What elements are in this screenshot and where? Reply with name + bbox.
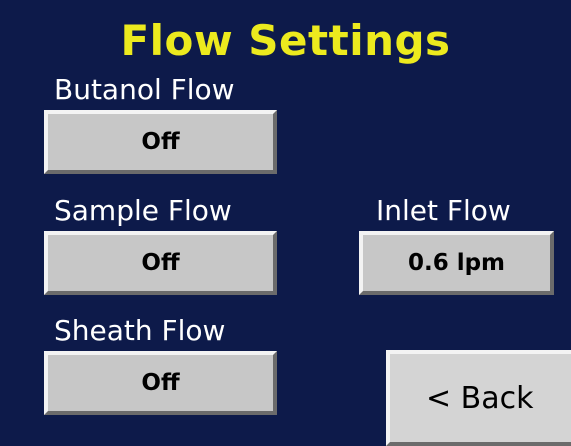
sample-flow-button[interactable]: Off <box>44 231 277 295</box>
butanol-flow-label: Butanol Flow <box>54 73 235 106</box>
inlet-flow-button[interactable]: 0.6 lpm <box>359 231 554 295</box>
sample-flow-label: Sample Flow <box>54 194 232 227</box>
butanol-flow-value: Off <box>141 129 180 155</box>
back-button[interactable]: < Back <box>386 350 571 446</box>
butanol-flow-button[interactable]: Off <box>44 110 277 174</box>
sheath-flow-button[interactable]: Off <box>44 351 277 415</box>
sheath-flow-label: Sheath Flow <box>54 314 226 347</box>
page-title: Flow Settings <box>120 16 451 65</box>
sheath-flow-value: Off <box>141 370 180 396</box>
inlet-flow-label: Inlet Flow <box>376 194 511 227</box>
sample-flow-value: Off <box>141 250 180 276</box>
inlet-flow-value: 0.6 lpm <box>407 250 506 276</box>
back-button-label: < Back <box>426 380 534 416</box>
